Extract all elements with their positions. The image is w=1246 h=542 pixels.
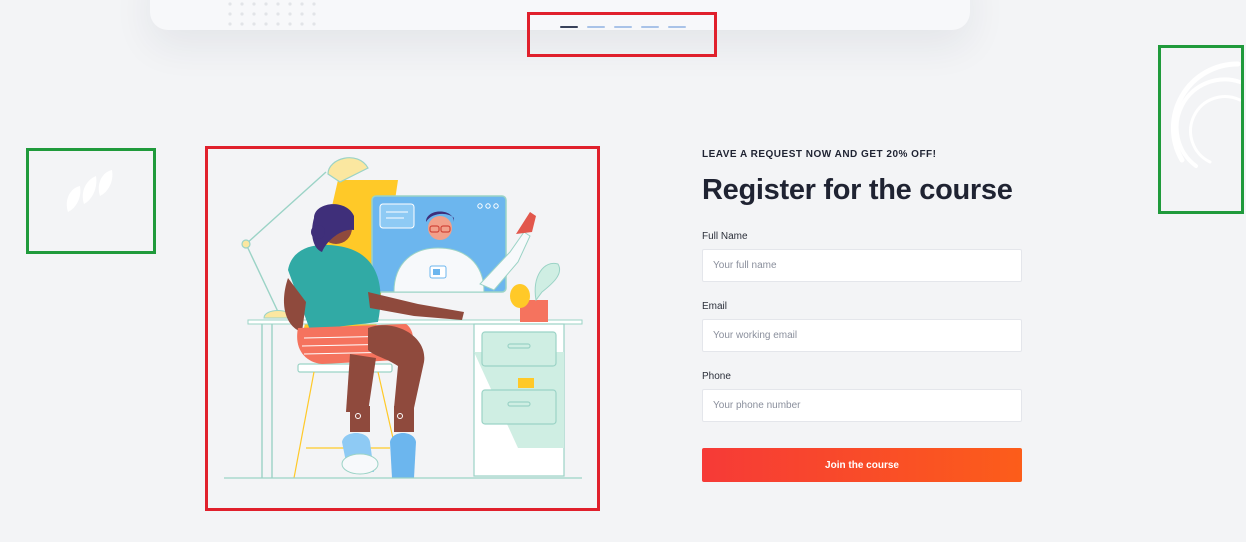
field-group-phone: Phone xyxy=(702,370,1022,422)
dot-grid-pattern xyxy=(228,2,316,26)
field-group-fullname: Full Name xyxy=(702,230,1022,282)
annotation-box-carousel xyxy=(527,12,717,57)
register-title: Register for the course xyxy=(702,174,1013,206)
email-input[interactable] xyxy=(702,319,1022,352)
email-label: Email xyxy=(702,301,728,312)
fullname-label: Full Name xyxy=(702,231,748,242)
promo-eyebrow: LEAVE A REQUEST NOW AND GET 20% OFF! xyxy=(702,149,937,160)
annotation-box-illustration xyxy=(205,146,600,511)
phone-input[interactable] xyxy=(702,389,1022,422)
annotation-box-arcs xyxy=(1158,45,1244,214)
fullname-input[interactable] xyxy=(702,249,1022,282)
join-course-button[interactable]: Join the course xyxy=(702,448,1022,482)
annotation-box-feathers xyxy=(26,148,156,254)
field-group-email: Email xyxy=(702,300,1022,352)
register-form: Full Name Email Phone Join the course xyxy=(702,230,1022,482)
phone-label: Phone xyxy=(702,371,731,382)
register-form-section: LEAVE A REQUEST NOW AND GET 20% OFF! Reg… xyxy=(702,140,1022,482)
